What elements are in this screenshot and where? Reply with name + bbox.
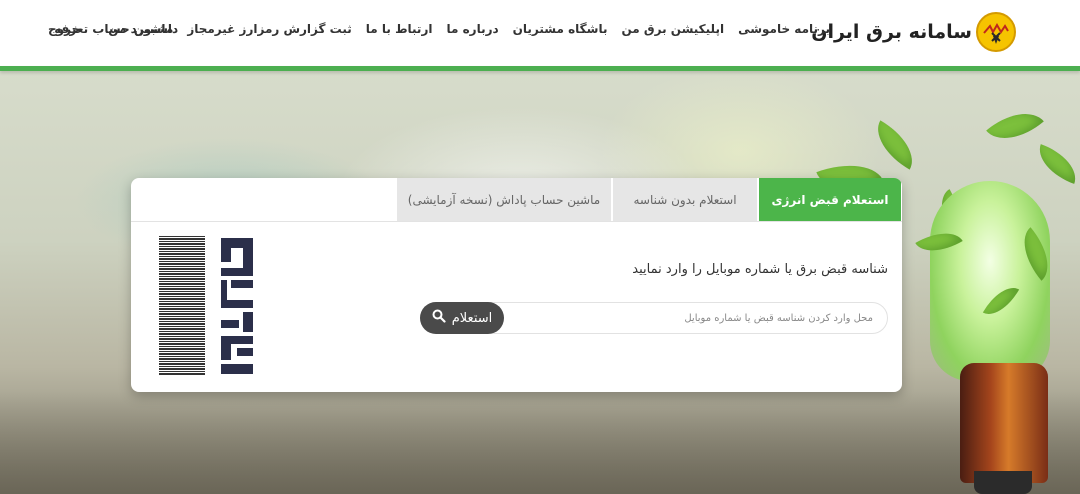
inquiry-button-label: استعلام <box>451 310 493 326</box>
nav-item-about[interactable]: درباره ما <box>446 22 498 36</box>
inquiry-tabs: استعلام قبض انرژی استعلام بدون شناسه ماش… <box>395 178 901 221</box>
inquiry-prompt: شناسه قبض برق یا شماره موبایل را وارد نم… <box>632 262 888 277</box>
barcode-icon <box>159 236 205 376</box>
inquiry-button[interactable]: استعلام <box>420 302 504 334</box>
brand-title: سامانه برق ایران <box>811 21 972 43</box>
power-logo-icon <box>976 12 1016 52</box>
tab-energy-bill-inquiry[interactable]: استعلام قبض انرژی <box>757 178 901 221</box>
search-row: استعلام <box>420 302 888 334</box>
header-accent-bar <box>0 66 1080 71</box>
bill-inquiry-card: استعلام قبض انرژی استعلام بدون شناسه ماش… <box>131 178 902 392</box>
nav-item-customer-club[interactable]: باشگاه مشتریان <box>513 22 608 36</box>
tab-reward-calculator[interactable]: ماشین حساب پاداش (نسخه آزمایشی) <box>395 178 611 221</box>
nav-item-logout[interactable]: خروج <box>48 22 80 36</box>
search-icon <box>432 309 446 327</box>
nav-item-report-mining[interactable]: ثبت گزارش رمزارز غیرمجاز <box>187 22 351 36</box>
nav-item-dashboard[interactable]: داشبورد من <box>108 22 178 36</box>
nav-item-outage-schedule[interactable]: برنامه خاموشی <box>738 22 830 36</box>
nav-item-contact[interactable]: ارتباط با ما <box>366 22 433 36</box>
brand[interactable]: سامانه برق ایران <box>811 12 1016 52</box>
nav-item-my-app[interactable]: اپلیکیشن برق من <box>621 22 724 36</box>
site-header: سامانه برق ایران برنامه خاموشی اپلیکیشن … <box>0 0 1080 66</box>
user-nav: داشبورد من خروج <box>20 22 178 36</box>
bill-logo-icon <box>217 236 257 376</box>
tab-inquiry-without-id[interactable]: استعلام بدون شناسه <box>611 178 757 221</box>
